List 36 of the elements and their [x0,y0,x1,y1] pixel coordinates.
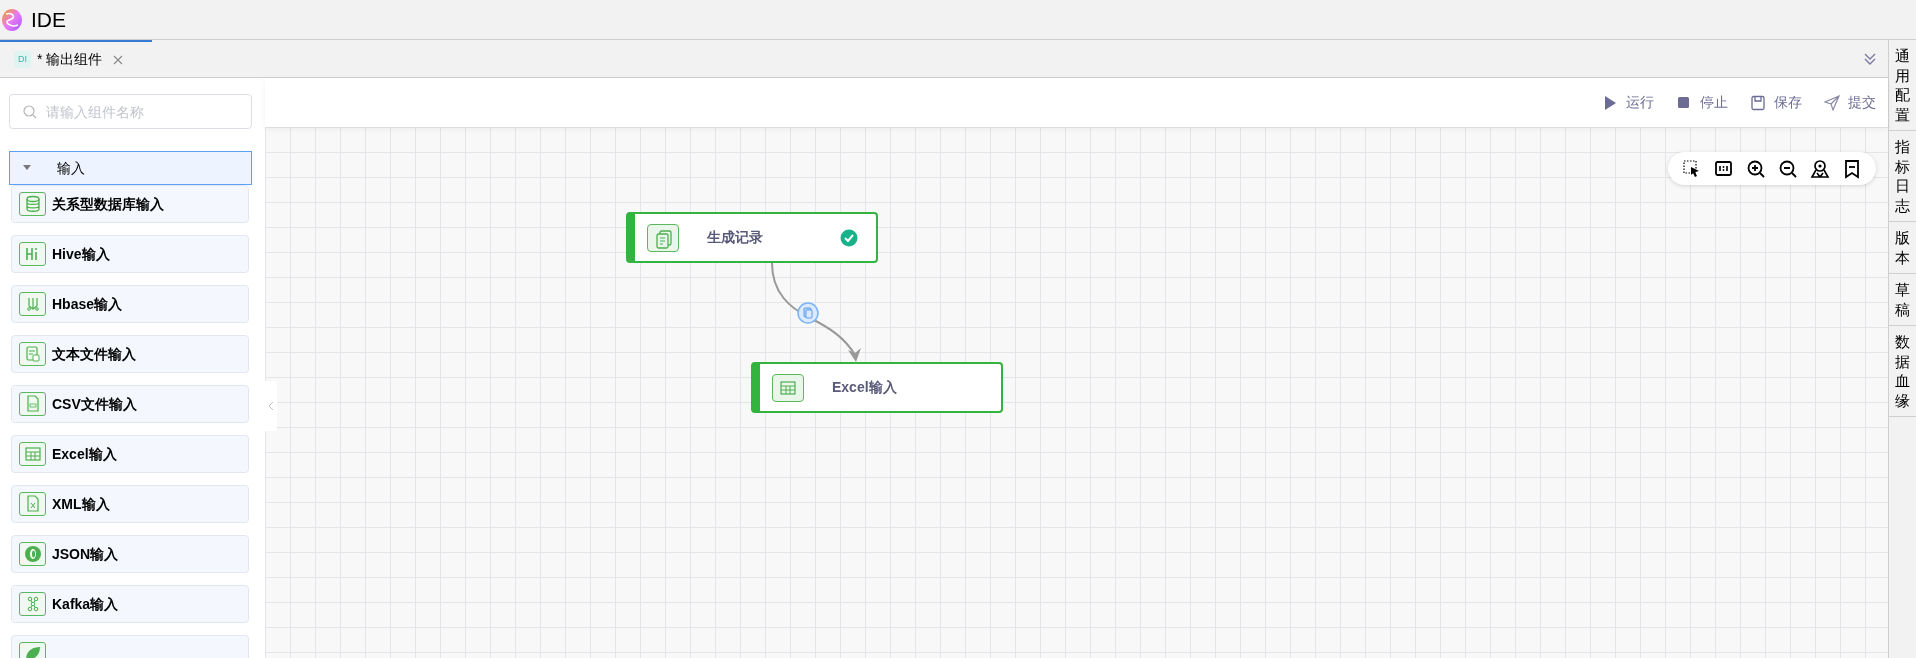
tab-label: * 输出组件 [37,50,103,69]
component-label: 文本文件输入 [52,344,136,364]
component-label: 关系型数据库输入 [52,194,164,214]
component-label: Excel输入 [52,444,117,464]
side-tab[interactable]: 数据血缘 [1889,326,1916,417]
tab-badge: DI [14,50,31,69]
component-label: CSV文件输入 [52,394,137,414]
app-title: IDE [31,6,66,33]
component-label: JSON输入 [52,544,119,564]
component-card[interactable]: Hive输入 [11,235,249,273]
component-card[interactable]: JSON输入 [11,535,249,573]
side-tab[interactable]: 草稿 [1889,274,1916,326]
group-header[interactable]: 输入 [9,151,252,185]
node-label: 生成记录 [707,228,764,247]
node-label: Excel输入 [832,378,898,397]
toolbar-button[interactable]: 停止 [1676,92,1728,113]
component-card[interactable]: Kafka输入 [11,585,249,623]
search-field[interactable]: 请输入组件名称 [9,94,252,129]
component-label: Kafka输入 [52,594,119,614]
component-card[interactable]: XML输入 [11,485,249,523]
component-card[interactable]: Hbase输入 [11,285,249,323]
flow-node[interactable]: Excel输入 [751,362,1003,413]
toolbar-button[interactable]: 运行 [1602,92,1654,113]
component-card[interactable]: 文本文件输入 [11,335,249,373]
component-card[interactable]: 关系型数据库输入 [11,185,249,223]
component-label: Hbase输入 [52,294,123,314]
toolbar-button[interactable]: 提交 [1824,92,1876,113]
side-tab[interactable]: 版本 [1889,222,1916,274]
component-label: XML输入 [52,494,110,514]
flow-node[interactable]: 生成记录 [626,212,878,263]
toolbar-button[interactable]: 保存 [1750,92,1802,113]
side-tab[interactable]: 指标日志 [1889,131,1916,222]
component-card[interactable]: Excel输入 [11,435,249,473]
side-tab[interactable]: 通用配置 [1889,40,1916,131]
component-label: Hive输入 [52,244,110,264]
component-card[interactable]: CSV文件输入 [11,385,249,423]
